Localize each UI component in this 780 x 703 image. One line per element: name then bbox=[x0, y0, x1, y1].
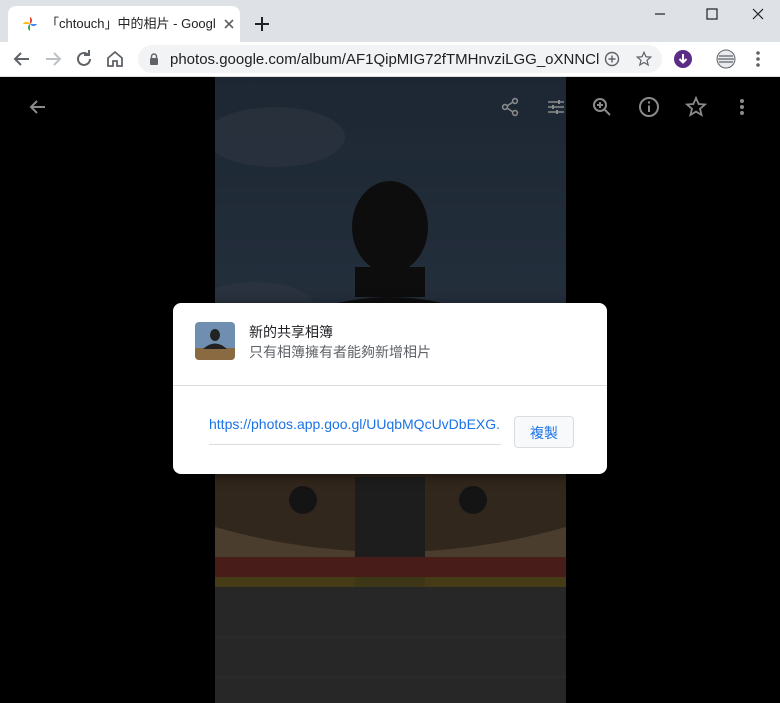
tab-title: 「chtouch」中的相片 - Google bbox=[46, 16, 216, 31]
lock-icon bbox=[150, 53, 158, 65]
info-icon[interactable] bbox=[637, 95, 661, 119]
dialog-subtitle: 只有相簿擁有者能夠新增相片 bbox=[249, 344, 431, 360]
maximize-icon[interactable] bbox=[700, 4, 724, 24]
extension-icon[interactable] bbox=[714, 47, 738, 71]
plus-icon[interactable] bbox=[250, 12, 274, 36]
tune-icon[interactable] bbox=[544, 95, 568, 119]
url-text: photos.google.com/album/AF1QipMIG72fTMHn… bbox=[170, 51, 600, 68]
favorite-star-icon[interactable] bbox=[684, 95, 708, 119]
download-icon[interactable] bbox=[671, 47, 695, 71]
add-circle-icon[interactable] bbox=[604, 51, 620, 67]
star-icon[interactable] bbox=[635, 50, 653, 68]
photo-viewer: 新的共享相簿 只有相簿擁有者能夠新增相片 https://photos.app.… bbox=[0, 77, 780, 703]
minimize-icon[interactable] bbox=[648, 4, 672, 24]
copy-button[interactable]: 複製 bbox=[514, 416, 574, 448]
tab-strip: 「chtouch」中的相片 - Google bbox=[0, 0, 780, 42]
reload-icon[interactable] bbox=[72, 47, 96, 71]
album-thumbnail bbox=[195, 322, 235, 360]
photos-logo-icon bbox=[23, 17, 37, 31]
more-options-icon[interactable] bbox=[730, 95, 754, 119]
menu-icon[interactable] bbox=[746, 47, 770, 71]
home-icon[interactable] bbox=[103, 47, 127, 71]
share-link[interactable]: https://photos.app.goo.gl/UUqbMQcUvDbEXG… bbox=[209, 415, 501, 433]
share-album-dialog: 新的共享相簿 只有相簿擁有者能夠新增相片 https://photos.app.… bbox=[173, 303, 607, 474]
share-icon[interactable] bbox=[498, 95, 522, 119]
forward-icon[interactable] bbox=[41, 47, 65, 71]
link-underline bbox=[209, 444, 501, 445]
zoom-in-icon[interactable] bbox=[590, 95, 614, 119]
back-arrow-icon[interactable] bbox=[26, 95, 50, 119]
close-icon[interactable] bbox=[219, 14, 239, 34]
window-close-icon[interactable] bbox=[746, 4, 770, 24]
dialog-title: 新的共享相簿 bbox=[249, 324, 333, 340]
browser-tab[interactable]: 「chtouch」中的相片 - Google bbox=[8, 6, 240, 42]
browser-toolbar: photos.google.com/album/AF1QipMIG72fTMHn… bbox=[0, 42, 780, 77]
address-bar[interactable]: photos.google.com/album/AF1QipMIG72fTMHn… bbox=[138, 45, 662, 73]
divider bbox=[173, 385, 607, 386]
back-icon[interactable] bbox=[10, 47, 34, 71]
